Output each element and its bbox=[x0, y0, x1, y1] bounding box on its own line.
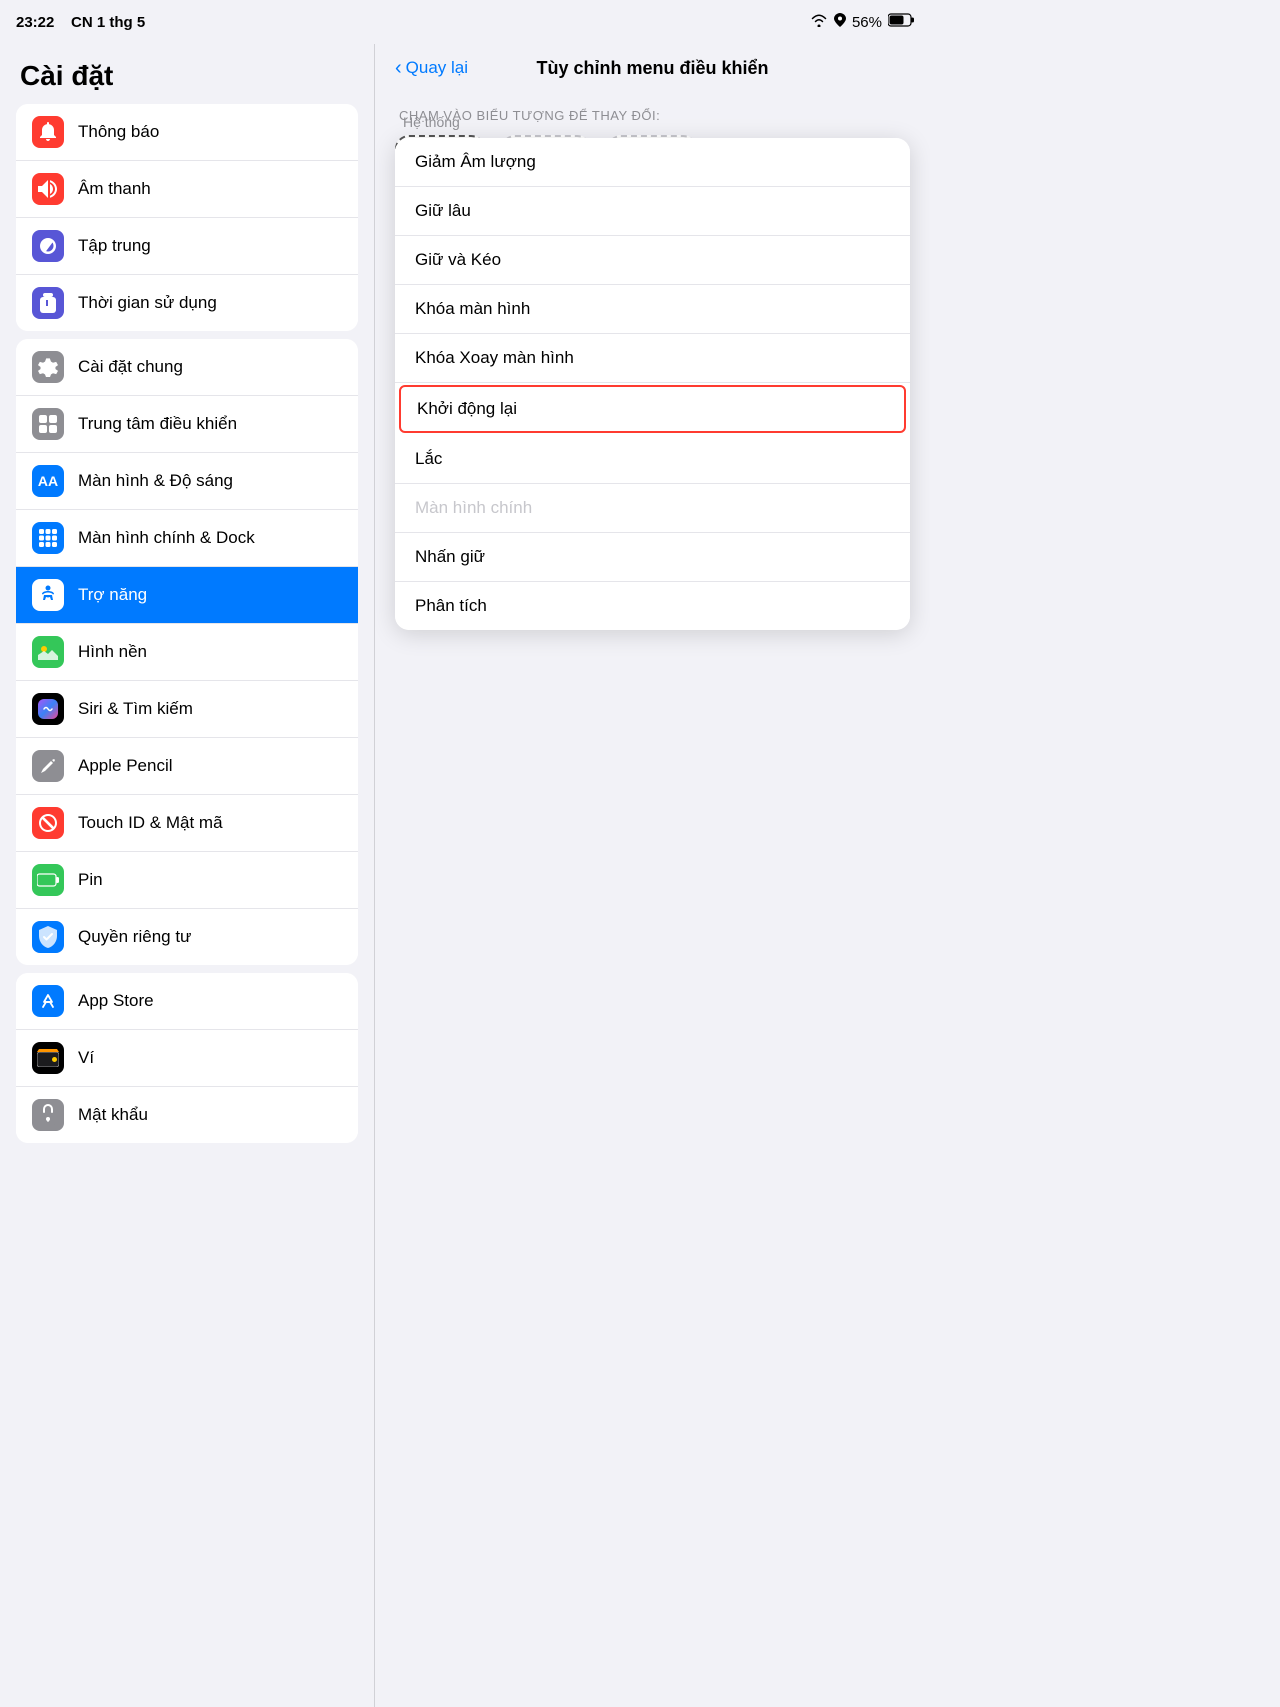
notifications-icon bbox=[32, 116, 64, 148]
status-bar: 23:22 CN 1 thg 5 56% bbox=[0, 0, 930, 44]
siri-icon bbox=[32, 693, 64, 725]
dropdown-section-label: Hệ thống bbox=[403, 114, 460, 130]
dropdown-item-man-hinh-chinh: Màn hình chính bbox=[395, 484, 910, 533]
sidebar-item-touchid[interactable]: Touch ID & Mật mã bbox=[16, 795, 358, 852]
dropdown-item-nhan-giu[interactable]: Nhấn giữ bbox=[395, 533, 910, 582]
dropdown-overlay: Hệ thống Giảm Âm lượng Giữ lâu Giữ và Ké… bbox=[395, 114, 910, 630]
dropdown-item-khoi-dong-wrapper: Khởi động lại bbox=[395, 383, 910, 435]
page-title: Tùy chỉnh menu điều khiển bbox=[536, 58, 768, 79]
sounds-label: Âm thanh bbox=[78, 179, 151, 199]
sidebar: Cài đặt Thông báo Âm thanh bbox=[0, 44, 375, 1707]
sidebar-section-1: Thông báo Âm thanh Tập trung bbox=[16, 104, 358, 331]
battery-sidebar-icon bbox=[32, 864, 64, 896]
sidebar-item-privacy[interactable]: Quyền riêng tư bbox=[16, 909, 358, 965]
accessibility-icon bbox=[32, 579, 64, 611]
sidebar-item-battery[interactable]: Pin bbox=[16, 852, 358, 909]
location-icon bbox=[834, 13, 846, 31]
app-container: Cài đặt Thông báo Âm thanh bbox=[0, 44, 930, 1707]
status-day: CN 1 thg 5 bbox=[71, 14, 145, 31]
battery-icon bbox=[888, 13, 914, 31]
passwords-label: Mật khẩu bbox=[78, 1105, 148, 1125]
sounds-icon bbox=[32, 173, 64, 205]
control-label: Trung tâm điều khiển bbox=[78, 414, 237, 434]
sidebar-item-appstore[interactable]: App Store bbox=[16, 973, 358, 1030]
accessibility-label: Trợ năng bbox=[78, 585, 147, 605]
screentime-icon bbox=[32, 287, 64, 319]
dropdown-item-phan-tich[interactable]: Phân tích bbox=[395, 582, 910, 630]
sidebar-item-control[interactable]: Trung tâm điều khiển bbox=[16, 396, 358, 453]
passwords-icon bbox=[32, 1099, 64, 1131]
sidebar-item-wallet[interactable]: Ví bbox=[16, 1030, 358, 1087]
sidebar-item-siri[interactable]: Siri & Tìm kiếm bbox=[16, 681, 358, 738]
general-label: Cài đặt chung bbox=[78, 357, 183, 377]
status-icons: 56% bbox=[810, 13, 914, 31]
wallet-label: Ví bbox=[78, 1048, 94, 1068]
siri-label: Siri & Tìm kiếm bbox=[78, 699, 193, 719]
sidebar-item-homescreen[interactable]: Màn hình chính & Dock bbox=[16, 510, 358, 567]
general-icon bbox=[32, 351, 64, 383]
sidebar-item-display[interactable]: AA Màn hình & Độ sáng bbox=[16, 453, 358, 510]
dropdown-item-giu-lau[interactable]: Giữ lâu bbox=[395, 187, 910, 236]
privacy-label: Quyền riêng tư bbox=[78, 927, 191, 947]
dropdown-menu: Giảm Âm lượng Giữ lâu Giữ và Kéo Khóa mà… bbox=[395, 138, 910, 630]
right-panel: ‹ Quay lại Tùy chỉnh menu điều khiển CHẠ… bbox=[375, 44, 930, 1707]
privacy-icon bbox=[32, 921, 64, 953]
sidebar-item-accessibility[interactable]: Trợ năng bbox=[16, 567, 358, 624]
back-chevron-icon: ‹ bbox=[395, 58, 402, 78]
sidebar-item-focus[interactable]: Tập trung bbox=[16, 218, 358, 275]
sidebar-section-2: Cài đặt chung Trung tâm điều khiển AA bbox=[16, 339, 358, 965]
sidebar-item-wallpaper[interactable]: Hình nền bbox=[16, 624, 358, 681]
notifications-label: Thông báo bbox=[78, 122, 159, 142]
wallet-icon bbox=[32, 1042, 64, 1074]
sidebar-item-pencil[interactable]: Apple Pencil bbox=[16, 738, 358, 795]
battery-percentage: 56% bbox=[852, 14, 882, 31]
pencil-icon bbox=[32, 750, 64, 782]
homescreen-label: Màn hình chính & Dock bbox=[78, 528, 255, 548]
pencil-label: Apple Pencil bbox=[78, 756, 173, 776]
sidebar-section-3: App Store Ví bbox=[16, 973, 358, 1143]
sidebar-item-passwords[interactable]: Mật khẩu bbox=[16, 1087, 358, 1143]
focus-label: Tập trung bbox=[78, 236, 151, 256]
dropdown-item-khoi-dong-lai[interactable]: Khởi động lại bbox=[399, 385, 906, 433]
homescreen-icon bbox=[32, 522, 64, 554]
screentime-label: Thời gian sử dụng bbox=[78, 293, 217, 313]
sidebar-item-general[interactable]: Cài đặt chung bbox=[16, 339, 358, 396]
dropdown-section-header: Hệ thống bbox=[395, 114, 910, 138]
appstore-icon bbox=[32, 985, 64, 1017]
focus-icon bbox=[32, 230, 64, 262]
display-icon: AA bbox=[32, 465, 64, 497]
wallpaper-icon bbox=[32, 636, 64, 668]
right-header: ‹ Quay lại Tùy chỉnh menu điều khiển bbox=[375, 44, 930, 92]
sidebar-item-sounds[interactable]: Âm thanh bbox=[16, 161, 358, 218]
battery-label: Pin bbox=[78, 870, 103, 890]
sidebar-title: Cài đặt bbox=[0, 44, 374, 104]
dropdown-item-giam-am[interactable]: Giảm Âm lượng bbox=[395, 138, 910, 187]
dropdown-item-lac[interactable]: Lắc bbox=[395, 435, 910, 484]
status-time-date: 23:22 CN 1 thg 5 bbox=[16, 14, 145, 31]
dropdown-item-khoa-man-hinh[interactable]: Khóa màn hình bbox=[395, 285, 910, 334]
display-label: Màn hình & Độ sáng bbox=[78, 471, 233, 491]
sidebar-item-screentime[interactable]: Thời gian sử dụng bbox=[16, 275, 358, 331]
status-time: 23:22 bbox=[16, 14, 54, 31]
dropdown-item-giu-keo[interactable]: Giữ và Kéo bbox=[395, 236, 910, 285]
touchid-label: Touch ID & Mật mã bbox=[78, 813, 223, 833]
appstore-label: App Store bbox=[78, 991, 154, 1011]
back-label: Quay lại bbox=[406, 58, 468, 78]
sidebar-item-notifications[interactable]: Thông báo bbox=[16, 104, 358, 161]
dropdown-item-khoa-xoay[interactable]: Khóa Xoay màn hình bbox=[395, 334, 910, 383]
touchid-icon bbox=[32, 807, 64, 839]
control-icon bbox=[32, 408, 64, 440]
wallpaper-label: Hình nền bbox=[78, 642, 147, 662]
back-button[interactable]: ‹ Quay lại bbox=[395, 58, 468, 78]
wifi-icon bbox=[810, 13, 828, 31]
